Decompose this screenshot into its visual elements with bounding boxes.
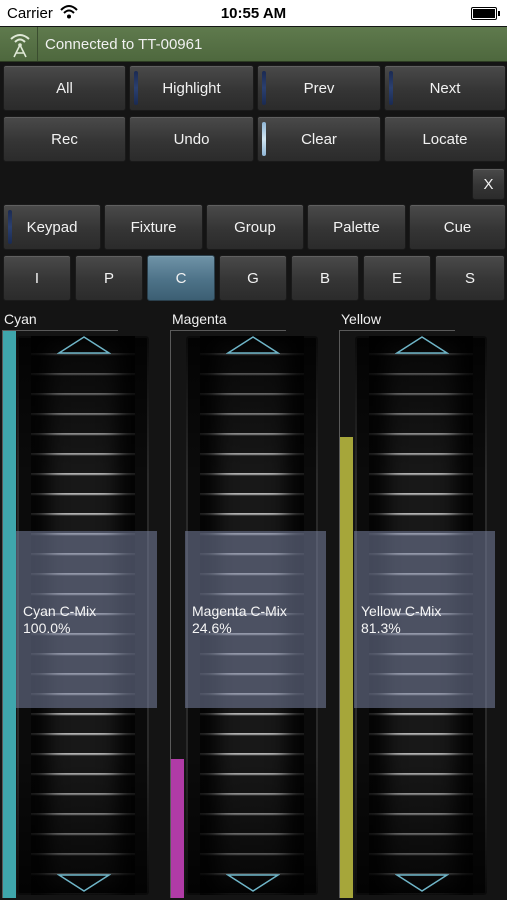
status-bar: Carrier 10:55 AM: [0, 0, 507, 26]
palette-button[interactable]: Palette: [307, 204, 406, 250]
fixture-button[interactable]: Fixture: [104, 204, 203, 250]
keypad-button[interactable]: Keypad: [3, 204, 101, 250]
close-label: X: [483, 175, 494, 193]
prev-label: Prev: [303, 79, 335, 97]
group-label: Group: [234, 218, 276, 236]
cue-label: Cue: [443, 218, 472, 236]
param-name: Magenta C-Mix: [192, 603, 287, 619]
attribute-label: P: [103, 269, 114, 287]
param-name: Cyan C-Mix: [23, 603, 97, 619]
cue-button[interactable]: Cue: [409, 204, 506, 250]
value-readout-cyan: Cyan C-Mix 100.0%: [23, 603, 96, 637]
highlight-label: Highlight: [162, 79, 221, 97]
level-bar-magenta: [171, 759, 184, 898]
attribute-label: S: [464, 269, 475, 287]
all-button[interactable]: All: [3, 65, 126, 111]
clear-label: Clear: [301, 130, 337, 148]
palette-label: Palette: [333, 218, 380, 236]
rec-label: Rec: [51, 130, 78, 148]
close-button[interactable]: X: [472, 168, 505, 200]
param-value: 24.6%: [192, 620, 232, 636]
scroll-up-arrow-icon[interactable]: [226, 335, 280, 355]
value-readout-yellow: Yellow C-Mix 81.3%: [361, 603, 441, 637]
attribute-label: I: [34, 269, 40, 287]
attribute-tab-intensity[interactable]: I: [3, 255, 71, 301]
attribute-label: B: [319, 269, 330, 287]
level-bar-cyan: [3, 331, 16, 898]
attribute-tab-gobo[interactable]: G: [219, 255, 287, 301]
param-value: 100.0%: [23, 620, 71, 636]
fader-title-cyan: Cyan: [4, 311, 37, 327]
scroll-up-arrow-icon[interactable]: [395, 335, 449, 355]
led-indicator: [262, 71, 266, 105]
param-value: 81.3%: [361, 620, 401, 636]
fader-title-magenta: Magenta: [172, 311, 227, 327]
fixture-label: Fixture: [130, 218, 177, 236]
undo-button[interactable]: Undo: [129, 116, 254, 162]
divider: [37, 27, 38, 61]
all-label: All: [56, 79, 73, 97]
rec-button[interactable]: Rec: [3, 116, 126, 162]
locate-button[interactable]: Locate: [384, 116, 506, 162]
battery-icon: [471, 7, 500, 20]
next-label: Next: [429, 79, 461, 97]
param-name: Yellow C-Mix: [361, 603, 442, 619]
level-bar-yellow: [340, 437, 353, 898]
attribute-label: G: [247, 269, 259, 287]
connection-bar: Connected to TT-00961: [0, 27, 507, 62]
scroll-down-arrow-icon[interactable]: [395, 873, 449, 893]
antenna-icon: [10, 34, 30, 58]
attribute-label: C: [175, 269, 187, 287]
scroll-down-arrow-icon[interactable]: [226, 873, 280, 893]
attribute-tab-position[interactable]: P: [75, 255, 143, 301]
connection-status: Connected to TT-00961: [45, 36, 203, 53]
next-button[interactable]: Next: [384, 65, 506, 111]
scroll-down-arrow-icon[interactable]: [57, 873, 111, 893]
led-indicator: [389, 71, 393, 105]
prev-button[interactable]: Prev: [257, 65, 381, 111]
highlight-button[interactable]: Highlight: [129, 65, 254, 111]
fader-title-yellow: Yellow: [341, 311, 381, 327]
attribute-tab-beam[interactable]: B: [291, 255, 359, 301]
attribute-label: E: [391, 269, 402, 287]
led-indicator: [262, 122, 266, 156]
attribute-tab-special[interactable]: S: [435, 255, 505, 301]
clear-button[interactable]: Clear: [257, 116, 381, 162]
group-button[interactable]: Group: [206, 204, 304, 250]
locate-label: Locate: [422, 130, 468, 148]
clock: 10:55 AM: [220, 5, 287, 22]
led-indicator: [8, 210, 12, 244]
scroll-up-arrow-icon[interactable]: [57, 335, 111, 355]
undo-label: Undo: [173, 130, 210, 148]
led-indicator: [134, 71, 138, 105]
attribute-tab-effect[interactable]: E: [363, 255, 431, 301]
value-readout-magenta: Magenta C-Mix 24.6%: [192, 603, 287, 637]
attribute-tab-color[interactable]: C: [147, 255, 215, 301]
keypad-label: Keypad: [26, 218, 78, 236]
